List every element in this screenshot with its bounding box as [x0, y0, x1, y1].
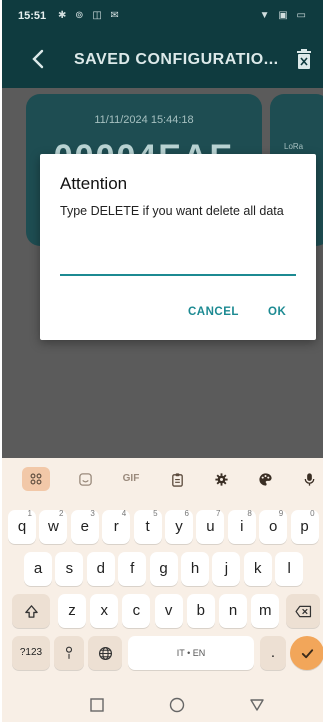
key-k[interactable]: k	[243, 552, 272, 586]
comma-key[interactable]	[54, 636, 84, 670]
key-s[interactable]: s	[55, 552, 84, 586]
back-triangle-icon[interactable]	[248, 696, 266, 714]
key-x[interactable]: x	[90, 594, 119, 628]
key-o[interactable]: o9	[259, 509, 288, 544]
dialog-title: Attention	[60, 174, 128, 193]
key-c[interactable]: c	[122, 594, 151, 628]
key-label: e	[80, 518, 89, 535]
key-w[interactable]: w2	[39, 509, 68, 544]
symbols-key[interactable]: ?123	[12, 636, 50, 670]
key-h[interactable]: h	[181, 552, 209, 586]
cancel-button[interactable]: CANCEL	[188, 306, 239, 318]
home-icon[interactable]	[168, 696, 186, 714]
key-v[interactable]: v	[154, 594, 183, 628]
key-q[interactable]: q1	[8, 509, 36, 544]
dialog-message: Type DELETE if you want delete all data	[60, 204, 284, 218]
key-label: y	[175, 518, 183, 535]
key-number-hint: 3	[90, 509, 95, 518]
trash-icon[interactable]	[295, 48, 313, 70]
key-label: u	[206, 518, 215, 535]
key-label: r	[113, 518, 119, 535]
period-key[interactable]: .	[260, 636, 286, 670]
key-n[interactable]: n	[219, 594, 247, 628]
key-number-hint: 6	[184, 509, 189, 518]
key-u[interactable]: u7	[196, 509, 225, 544]
key-l[interactable]: l	[275, 552, 304, 586]
key-number-hint: 8	[247, 509, 252, 518]
key-number-hint: 7	[215, 509, 221, 518]
key-label: i	[240, 518, 244, 535]
microphone-icon[interactable]	[298, 468, 320, 490]
key-g[interactable]: g	[149, 552, 178, 586]
status-time: 15:51	[18, 10, 47, 22]
ok-button[interactable]: OK	[268, 306, 286, 318]
key-t[interactable]: t5	[133, 509, 162, 544]
key-label: q	[17, 518, 27, 535]
card-date: 11/11/2024 15:44:18	[94, 114, 194, 126]
theme-palette-icon[interactable]	[254, 468, 276, 490]
phone-screen: 15:51 ✱ ⊚ ◫ ✉ ▼ ▣ ▭ SAVED CONFIGURATIO..…	[2, 0, 323, 722]
key-label: t	[145, 518, 150, 535]
app-bar: SAVED CONFIGURATIO...	[2, 32, 323, 88]
key-label: o	[269, 518, 278, 535]
key-label: w	[47, 518, 59, 535]
key-z[interactable]: z	[58, 594, 86, 628]
key-number-hint: 1	[27, 509, 32, 518]
apps-grid-icon[interactable]	[22, 467, 50, 491]
key-a[interactable]: a	[24, 552, 52, 586]
back-arrow-icon[interactable]	[28, 48, 50, 70]
system-icons: ▼ ▣ ▭	[259, 10, 309, 21]
key-number-hint: 9	[278, 509, 284, 518]
attention-dialog: Attention Type DELETE if you want delete…	[40, 154, 316, 340]
space-bar[interactable]: IT • EN	[128, 636, 254, 670]
notification-icons: ✱ ⊚ ◫ ✉	[58, 10, 122, 21]
key-y[interactable]: y6	[165, 509, 193, 544]
system-nav-bar	[2, 688, 323, 722]
sticker-icon[interactable]	[74, 468, 96, 490]
globe-icon[interactable]	[88, 636, 122, 670]
page-title: SAVED CONFIGURATIO...	[74, 51, 279, 68]
soft-keyboard: GIF q1w2e3r4t5y6u7i8o9p0 asdfghjkl z x c…	[2, 458, 323, 688]
key-label: p	[300, 518, 309, 535]
card-side-label: LoRa	[284, 142, 304, 151]
key-i[interactable]: i8	[227, 509, 256, 544]
key-r[interactable]: r4	[102, 509, 131, 544]
delete-confirmation-input[interactable]	[60, 250, 296, 276]
clipboard-icon[interactable]	[166, 468, 188, 490]
key-b[interactable]: b	[186, 594, 215, 628]
key-number-hint: 5	[153, 509, 158, 518]
backspace-key[interactable]	[286, 594, 320, 628]
keyboard-toolbar: GIF	[2, 458, 323, 498]
key-j[interactable]: j	[212, 552, 241, 586]
key-p[interactable]: p0	[290, 509, 319, 544]
enter-check-key[interactable]	[290, 636, 323, 670]
key-number-hint: 0	[310, 509, 315, 518]
recent-apps-icon[interactable]	[88, 696, 106, 714]
key-number-hint: 4	[121, 509, 127, 518]
key-d[interactable]: d	[86, 552, 115, 586]
key-number-hint: 2	[58, 509, 64, 518]
key-m[interactable]: m	[251, 594, 280, 628]
settings-gear-icon[interactable]	[210, 468, 232, 490]
status-bar: 15:51 ✱ ⊚ ◫ ✉ ▼ ▣ ▭	[2, 0, 323, 32]
key-f[interactable]: f	[118, 552, 147, 586]
gif-button[interactable]: GIF	[120, 468, 142, 490]
shift-key[interactable]	[12, 594, 50, 628]
key-e[interactable]: e3	[70, 509, 99, 544]
